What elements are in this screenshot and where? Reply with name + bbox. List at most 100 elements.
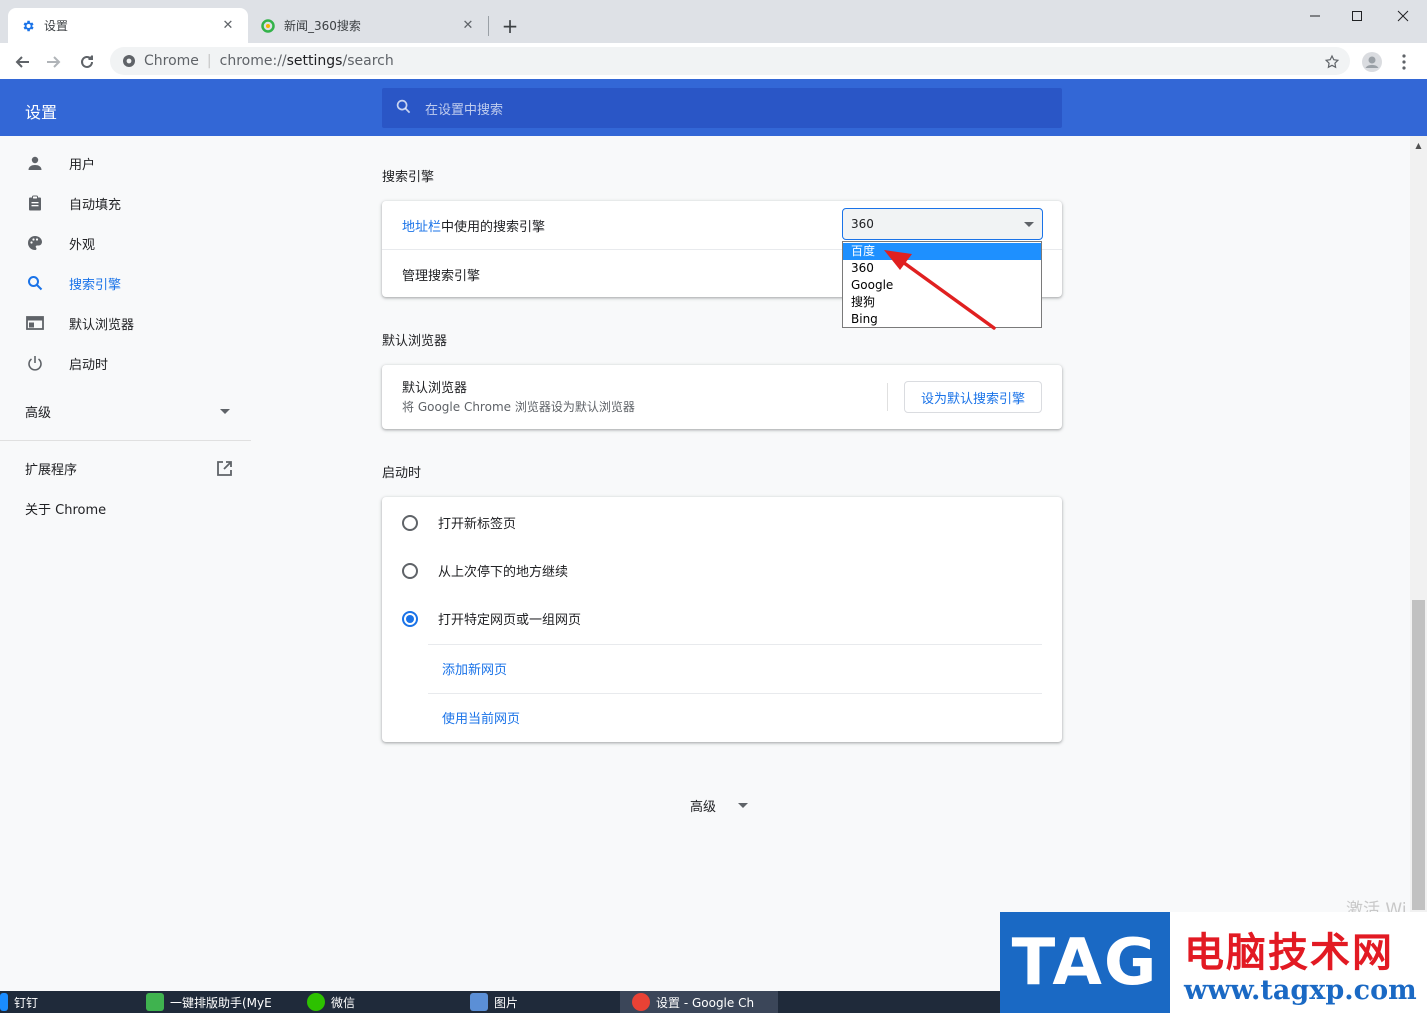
address-bar-link[interactable]: 地址栏 (402, 220, 441, 235)
sidebar-item-label: 自动填充 (69, 197, 122, 213)
radio-button-checked[interactable] (402, 610, 418, 627)
omnibox-chip: Chrome (144, 53, 199, 69)
sidebar-item-label: 外观 (69, 237, 96, 253)
address-bar-engine-text: 中使用的搜索引擎 (441, 220, 546, 235)
bookmark-star-icon[interactable] (1318, 48, 1346, 76)
tag-logo-cn: 电脑技术网 (1184, 930, 1394, 976)
tab-title: 新闻_360搜索 (284, 19, 361, 33)
tab-title: 设置 (44, 19, 69, 33)
startup-option-continue[interactable]: 从上次停下的地方继续 (402, 561, 568, 580)
photos-icon (470, 993, 488, 1011)
scrollbar-thumb[interactable] (1412, 600, 1425, 910)
startup-option-label: 打开新标签页 (438, 517, 517, 532)
url-host: settings (286, 53, 343, 69)
taskbar-item-typeset-helper[interactable]: 一键排版助手(MyE (146, 991, 296, 1013)
taskbar-item-chrome[interactable]: 设置 - Google Ch (620, 991, 778, 1013)
sidebar-item-people[interactable]: 用户 (0, 143, 250, 183)
maximize-button[interactable] (1337, 4, 1377, 28)
sidebar-item-autofill[interactable]: 自动填充 (0, 183, 250, 223)
radio-button[interactable] (402, 562, 418, 579)
advanced-label: 高级 (690, 800, 717, 815)
vertical-separator (887, 383, 888, 411)
taskbar-item-label: 图片 (494, 995, 519, 1010)
close-window-button[interactable] (1383, 4, 1423, 28)
sidebar-item-extensions[interactable]: 扩展程序 (0, 448, 250, 488)
address-bar-engine-label: 地址栏中使用的搜索引擎 (402, 216, 545, 235)
startup-option-specific-pages[interactable]: 打开特定网页或一组网页 (402, 609, 581, 628)
omnibox-url: chrome://settings/search (220, 53, 394, 69)
taskbar-item-photos[interactable]: 图片 (470, 991, 610, 1013)
omnibox-separator: | (206, 53, 212, 69)
startup-option-label: 打开特定网页或一组网页 (438, 613, 582, 628)
tag-logo-box: TAG (1000, 912, 1170, 1013)
url-path: /search (342, 53, 394, 69)
make-default-button[interactable]: 设为默认搜索引擎 (904, 381, 1042, 413)
taskbar-item-label: 设置 - Google Ch (656, 995, 755, 1010)
chevron-down-icon (220, 409, 230, 414)
chrome-icon (122, 54, 136, 68)
palette-icon (25, 233, 45, 253)
search-360-icon (260, 18, 276, 34)
sidebar-item-label: 启动时 (69, 357, 109, 373)
sidebar-advanced-toggle[interactable]: 高级 (0, 391, 250, 431)
app-icon (146, 993, 164, 1011)
search-placeholder: 在设置中搜索 (425, 102, 504, 118)
settings-page: 用户 自动填充 外观 搜索引擎 默认浏览器 启动时 高级 扩展程序 关于 Chr… (0, 136, 1410, 991)
sidebar-item-label: 默认浏览器 (69, 317, 135, 333)
tab-divider (488, 16, 489, 36)
profile-avatar[interactable] (1358, 48, 1386, 76)
dropdown-caret-icon (1024, 222, 1034, 227)
sidebar-item-about[interactable]: 关于 Chrome (0, 488, 250, 528)
taskbar-item-wechat[interactable]: 微信 (307, 991, 457, 1013)
back-button[interactable] (8, 48, 36, 76)
sidebar-item-label: 用户 (69, 157, 96, 173)
scroll-up-icon[interactable]: ▲ (1410, 138, 1427, 152)
tag-logo-text: TAG (1011, 925, 1159, 1000)
sidebar-divider (0, 440, 251, 441)
power-icon (25, 353, 45, 373)
select-value: 360 (851, 217, 874, 231)
default-browser-title: 默认浏览器 (402, 381, 468, 396)
new-tab-button[interactable]: + (498, 14, 522, 38)
settings-search-input[interactable]: 在设置中搜索 (382, 88, 1062, 128)
sidebar-item-default-browser[interactable]: 默认浏览器 (0, 303, 250, 343)
default-browser-subtitle: 将 Google Chrome 浏览器设为默认浏览器 (402, 400, 635, 414)
add-new-page-link[interactable]: 添加新网页 (442, 659, 507, 678)
sidebar-advanced-label: 高级 (25, 405, 52, 421)
page-title: 设置 (25, 103, 58, 122)
startup-option-label: 从上次停下的地方继续 (438, 565, 569, 580)
sidebar-item-appearance[interactable]: 外观 (0, 223, 250, 263)
advanced-toggle[interactable]: 高级 (690, 796, 749, 815)
sidebar-item-startup[interactable]: 启动时 (0, 343, 250, 383)
search-engine-select[interactable]: 360 (842, 208, 1043, 240)
use-current-pages-link[interactable]: 使用当前网页 (442, 708, 520, 727)
address-bar[interactable]: Chrome | chrome://settings/search (110, 47, 1350, 75)
radio-button[interactable] (402, 514, 418, 531)
tab-360-news[interactable]: 新闻_360搜索 ✕ (248, 8, 488, 43)
close-icon[interactable]: ✕ (460, 18, 476, 34)
browser-icon (25, 313, 45, 333)
gear-icon (20, 18, 36, 34)
settings-header: 设置 在设置中搜索 (0, 79, 1427, 136)
annotation-arrow-icon (884, 250, 996, 330)
section-title-startup: 启动时 (382, 466, 422, 481)
clipboard-icon (25, 193, 45, 213)
taskbar-item-label: 微信 (331, 995, 356, 1010)
sidebar-item-label: 搜索引擎 (69, 277, 122, 293)
url-scheme: chrome:// (219, 53, 287, 69)
sidebar-item-search-engine[interactable]: 搜索引擎 (0, 263, 250, 303)
taskbar-item-dingtalk[interactable]: 钉钉 (0, 991, 140, 1013)
tag-logo-url: www.tagxp.com (1184, 975, 1417, 1006)
minimize-button[interactable] (1295, 4, 1335, 28)
menu-kebab-icon[interactable] (1390, 48, 1418, 76)
forward-button[interactable] (40, 48, 68, 76)
reload-button[interactable] (73, 48, 101, 76)
close-icon[interactable]: ✕ (220, 18, 236, 34)
open-in-new-icon (216, 460, 233, 481)
section-title-search-engine: 搜索引擎 (382, 170, 435, 185)
row-divider (428, 644, 1042, 645)
startup-card: 打开新标签页 从上次停下的地方继续 打开特定网页或一组网页 添加新网页 使用当前… (382, 497, 1062, 742)
startup-option-new-tab[interactable]: 打开新标签页 (402, 513, 516, 532)
manage-search-engines[interactable]: 管理搜索引擎 (402, 265, 480, 284)
tab-settings[interactable]: 设置 ✕ (8, 8, 248, 43)
